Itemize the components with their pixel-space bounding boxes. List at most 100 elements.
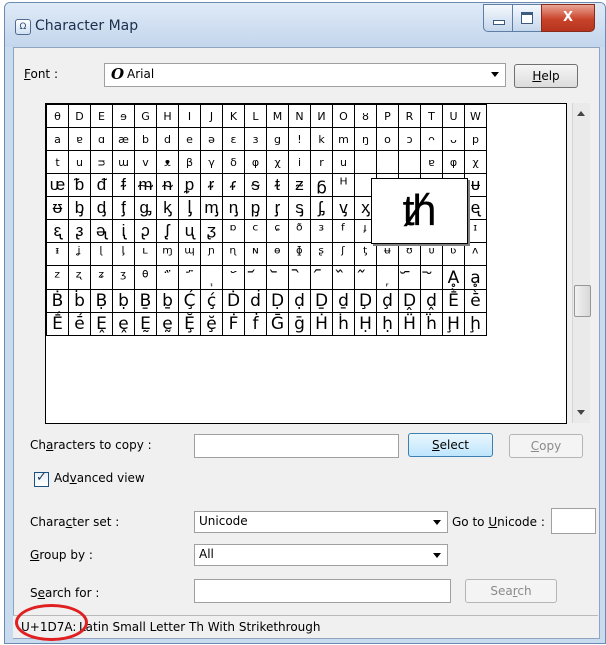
group-by-dropdown[interactable]: All [194,544,448,566]
character-cell[interactable]: ḥ [376,312,399,336]
character-cell[interactable]: ᵯ [134,173,157,197]
character-cell[interactable]: ḉ [200,289,223,313]
character-cell[interactable]: φ [244,150,267,174]
title-bar[interactable]: Ω Character Map X [5,3,605,47]
character-cell[interactable]: ɐ [68,127,91,151]
character-cell[interactable]: ᶨ [68,242,91,266]
character-cell[interactable]: ᶞ [288,219,311,243]
character-cell[interactable]: ᵿ [46,196,69,220]
character-cell[interactable]: ᶇ [222,196,245,220]
character-cell[interactable]: ᷇ [310,265,333,290]
character-cell[interactable]: ᶚ [200,219,223,243]
character-cell[interactable]: δ [222,150,245,174]
character-cell[interactable]: Ḗ [46,312,69,336]
character-cell[interactable]: v [134,150,157,174]
character-cell[interactable]: ᷁ [178,265,201,290]
character-cell[interactable]: W [464,104,487,128]
character-cell[interactable]: ḙ [112,312,135,336]
character-cell[interactable]: p [464,127,487,151]
character-cell[interactable]: ᷅ [266,265,289,290]
character-cell[interactable]: Ḡ [266,312,289,336]
character-cell[interactable]: ᶀ [68,196,91,220]
character-cell[interactable]: i [288,150,311,174]
character-cell[interactable]: ᴗ [442,127,465,151]
character-cell[interactable]: ᵬ [68,173,91,197]
character-cell[interactable]: E [90,104,113,128]
search-input[interactable] [194,579,451,603]
close-button[interactable]: X [541,4,595,32]
character-cell[interactable]: U [442,104,465,128]
character-cell[interactable]: Ḃ [46,289,69,313]
scroll-down-icon[interactable] [577,410,585,415]
character-cell[interactable]: K [222,104,245,128]
character-cell[interactable]: b [134,127,157,151]
character-cell[interactable]: ḏ [332,289,355,313]
character-cell[interactable]: ᴝ [90,150,113,174]
character-cell[interactable]: ᶻ [46,265,69,290]
character-cell[interactable]: u [68,150,91,174]
character-cell[interactable]: ᶿ [134,265,157,290]
character-cell[interactable]: D [68,104,91,128]
character-cell[interactable]: ḧ [420,312,443,336]
character-cell[interactable]: ɜ [244,127,267,151]
character-cell[interactable]: ᷈ [332,265,355,290]
character-cell[interactable]: ᶛ [222,219,245,243]
character-cell[interactable]: ᶋ [310,196,333,220]
character-cell[interactable]: Ḋ [222,289,245,313]
character-cell[interactable]: ḋ [244,289,267,313]
character-cell[interactable]: Ḧ [398,312,421,336]
character-cell[interactable]: ᶵ [354,242,377,266]
character-cell[interactable]: Ḣ [310,312,333,336]
character-cell[interactable]: ə [200,127,223,151]
character-cell[interactable]: ᶹ [442,242,465,266]
character-cell[interactable]: æ [112,127,135,151]
character-cell[interactable]: ᶮ [200,242,223,266]
character-cell[interactable]: ᶈ [244,196,267,220]
character-cell[interactable]: ᶾ [112,265,135,290]
character-cell[interactable]: ᶜ [244,219,267,243]
character-cell[interactable]: ᶩ [90,242,113,266]
character-cell[interactable]: a [46,127,69,151]
character-cell[interactable]: ᵫ [46,173,69,197]
search-button[interactable]: Search [465,579,557,603]
character-cell[interactable]: Ḅ [90,289,113,313]
character-cell[interactable]: χ [266,150,289,174]
character-cell[interactable]: t [46,150,69,174]
character-cell[interactable]: I [178,104,201,128]
character-cell[interactable] [398,150,421,174]
character-cell[interactable]: ḃ [68,289,91,313]
character-cell[interactable]: o [376,127,399,151]
character-cell[interactable]: ᶔ [68,219,91,243]
character-cell[interactable]: Ḓ [398,289,421,313]
scroll-thumb[interactable] [574,285,591,317]
character-cell[interactable]: R [398,104,421,128]
character-cell[interactable]: d [156,127,179,151]
character-cell[interactable]: Ḩ [442,312,465,336]
character-cell[interactable]: ᵸ [332,173,355,197]
character-cell[interactable]: N [288,104,311,128]
advanced-view-checkbox[interactable]: ✓ [34,470,49,487]
character-cell[interactable] [376,150,399,174]
character-cell[interactable]: ᶃ [134,196,157,220]
character-cell[interactable]: ᶙ [178,219,201,243]
character-cell[interactable]: И [310,104,333,128]
characters-to-copy-input[interactable] [194,434,399,458]
character-cell[interactable]: Ḍ [266,289,289,313]
character-cell[interactable]: ḑ [376,289,399,313]
character-cell[interactable]: ᷉ [354,265,377,290]
character-cell[interactable]: ᶬ [156,242,179,266]
character-cell[interactable]: ᶸ [420,242,443,266]
character-cell[interactable]: ᶓ [46,219,69,243]
character-cell[interactable]: g [266,127,289,151]
character-cell[interactable]: ᶷ [398,242,421,266]
character-cell[interactable]: ᵳ [222,173,245,197]
character-cell[interactable]: ḁ [464,265,487,290]
character-cell[interactable]: ᶆ [200,196,223,220]
character-cell[interactable]: ᵲ [200,173,223,197]
character-cell[interactable]: ᶪ [112,242,135,266]
character-cell[interactable]: χ [464,150,487,174]
character-cell[interactable]: ɐ [420,150,443,174]
character-cell[interactable]: ᶭ [178,242,201,266]
grid-scrollbar[interactable] [572,103,591,423]
character-grid[interactable]: θ D Eɘ G H I J K L M N И Oȣ P R T U Wa ɐ ɑ æ b d e ə ɛ ɜ g! k m ŋ o ɔ ᴖ ᴗ p… [45,103,567,424]
